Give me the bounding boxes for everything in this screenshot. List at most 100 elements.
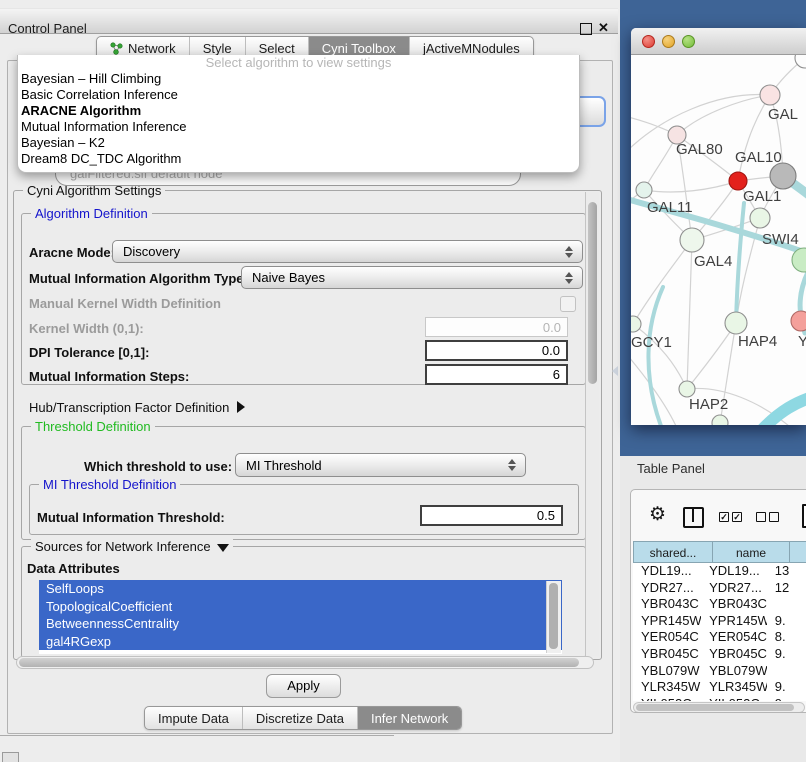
table-row[interactable]: YBL079WYBL079W bbox=[633, 663, 806, 680]
network-edge[interactable] bbox=[633, 240, 692, 324]
dpi-tolerance-field[interactable]: 0.0 bbox=[425, 340, 568, 361]
minimized-window-stub[interactable] bbox=[2, 752, 19, 762]
aracne-mode-label: Aracne Mode: bbox=[29, 245, 115, 260]
tab-label: Discretize Data bbox=[256, 711, 344, 726]
network-node-hap2[interactable] bbox=[679, 381, 695, 397]
network-edge[interactable] bbox=[738, 95, 770, 181]
settings-horizontal-scrollbar[interactable] bbox=[16, 656, 594, 669]
algorithm-dropdown: Select algorithm to view settings Bayesi… bbox=[17, 55, 580, 173]
network-canvas[interactable]: GALGAL80GAL10GAL1GAL11SWI4GAL4GCY1HAP4YH… bbox=[631, 55, 806, 425]
settings-vertical-scrollbar[interactable] bbox=[585, 192, 599, 656]
mi-steps-label: Mutual Information Steps: bbox=[29, 369, 189, 384]
sources-group-title[interactable]: Sources for Network Inference bbox=[31, 539, 233, 554]
table-row[interactable]: YDL19...YDL19...13 bbox=[633, 563, 806, 580]
close-traffic-light[interactable] bbox=[642, 35, 655, 48]
scrollbar-thumb[interactable] bbox=[19, 658, 579, 667]
network-edge-highlighted[interactable] bbox=[736, 203, 744, 323]
attribute-item-gal4rgexp[interactable]: gal4RGexp bbox=[39, 633, 562, 651]
node-table-panel: ⚙ ✓✓ shared...nameA YDL19...YDL19...13YD… bbox=[630, 489, 806, 713]
attributes-list-scrollbar[interactable] bbox=[546, 581, 561, 653]
kernel-width-field[interactable]: 0.0 bbox=[425, 317, 568, 337]
columns-icon[interactable] bbox=[683, 507, 704, 528]
network-edge-highlighted[interactable] bbox=[648, 287, 663, 425]
scrollbar-thumb[interactable] bbox=[636, 704, 794, 711]
mi-threshold-field[interactable]: 0.5 bbox=[420, 505, 563, 526]
gear-icon[interactable]: ⚙ bbox=[649, 505, 666, 524]
scrollbar-thumb[interactable] bbox=[549, 583, 558, 649]
which-threshold-select[interactable]: MI Threshold bbox=[235, 453, 526, 477]
cell: 9. bbox=[767, 613, 806, 630]
network-node-salmon-node[interactable] bbox=[791, 311, 806, 331]
panel-collapse-arrow-icon[interactable] bbox=[612, 366, 618, 376]
node-label-gal1: GAL1 bbox=[743, 188, 781, 205]
document-icon[interactable] bbox=[802, 504, 806, 528]
cell bbox=[767, 663, 806, 680]
network-node-gal1[interactable] bbox=[750, 208, 770, 228]
network-edge[interactable] bbox=[644, 135, 677, 190]
table-row[interactable]: YLR345WYLR345W9. bbox=[633, 679, 806, 696]
mi-type-select[interactable]: Naive Bayes bbox=[241, 266, 583, 289]
column-header-a[interactable]: A bbox=[790, 541, 806, 563]
network-edge[interactable] bbox=[644, 181, 738, 192]
tab-infer-network[interactable]: Infer Network bbox=[358, 707, 461, 729]
column-header-name[interactable]: name bbox=[713, 541, 790, 563]
tab-impute-data[interactable]: Impute Data bbox=[145, 707, 243, 729]
node-label-gal11: GAL11 bbox=[647, 199, 693, 216]
table-row[interactable]: YBR045CYBR045C9. bbox=[633, 646, 806, 663]
attribute-item-selfloops[interactable]: SelfLoops bbox=[39, 580, 562, 598]
algorithm-option-aracne-algorithm[interactable]: ARACNE Algorithm bbox=[18, 103, 579, 119]
network-edge[interactable] bbox=[687, 323, 736, 389]
node-label-gcy1: GCY1 bbox=[631, 334, 672, 351]
network-node-hap4[interactable] bbox=[725, 312, 747, 334]
scrollbar-thumb[interactable] bbox=[588, 202, 597, 384]
algorithm-option-bayesian-k2[interactable]: Bayesian – K2 bbox=[18, 135, 579, 151]
zoom-traffic-light[interactable] bbox=[682, 35, 695, 48]
float-window-icon[interactable] bbox=[580, 23, 592, 35]
mi-steps-field[interactable]: 6 bbox=[425, 364, 568, 385]
aracne-mode-select[interactable]: Discovery bbox=[112, 240, 583, 263]
table-row[interactable]: YPR145WYPR145W9. bbox=[633, 613, 806, 630]
table-toolbar: ⚙ ✓✓ bbox=[631, 490, 806, 540]
network-node-gal11[interactable] bbox=[636, 182, 652, 198]
table-row[interactable]: YDR27...YDR27...12 bbox=[633, 580, 806, 597]
minimize-traffic-light[interactable] bbox=[662, 35, 675, 48]
cell: YDL19... bbox=[633, 563, 701, 580]
network-edge[interactable] bbox=[687, 240, 692, 389]
table-row[interactable]: YIL052CYIL052C9. bbox=[633, 696, 806, 701]
network-node-partial-bottom[interactable] bbox=[712, 415, 728, 425]
aracne-mode-value: Discovery bbox=[113, 244, 561, 259]
network-node-gal-pink[interactable] bbox=[760, 85, 780, 105]
attribute-item-betweennesscentrality[interactable]: BetweennessCentrality bbox=[39, 615, 562, 633]
data-attributes-list[interactable]: SelfLoopsTopologicalCoefficientBetweenne… bbox=[39, 580, 562, 654]
network-edge[interactable] bbox=[677, 95, 770, 135]
algorithm-option-bayesian-hill-climbing[interactable]: Bayesian – Hill Climbing bbox=[18, 71, 579, 87]
attribute-item-topologicalcoefficient[interactable]: TopologicalCoefficient bbox=[39, 598, 562, 616]
cell: YIL052C bbox=[633, 696, 701, 701]
hub-section-toggle[interactable]: Hub/Transcription Factor Definition bbox=[29, 400, 245, 415]
column-header-shared[interactable]: shared... bbox=[633, 541, 713, 563]
cell: 8. bbox=[767, 629, 806, 646]
node-label-hap4: HAP4 bbox=[738, 333, 777, 350]
mi-type-value: Naive Bayes bbox=[242, 270, 561, 285]
algorithm-option-mutual-information-inference[interactable]: Mutual Information Inference bbox=[18, 119, 579, 135]
tab-label: Cyni Toolbox bbox=[322, 41, 396, 56]
table-horizontal-scrollbar[interactable] bbox=[633, 702, 805, 713]
cell: YBR043C bbox=[701, 596, 767, 613]
network-node-gal10[interactable] bbox=[770, 163, 796, 189]
tab-discretize-data[interactable]: Discretize Data bbox=[243, 707, 358, 729]
network-edge[interactable] bbox=[631, 350, 676, 425]
node-label-gal4: GAL4 bbox=[694, 253, 732, 270]
select-all-checkboxes-icon[interactable]: ✓✓ bbox=[719, 512, 742, 522]
close-icon[interactable]: ✕ bbox=[598, 20, 609, 36]
apply-button[interactable]: Apply bbox=[266, 674, 341, 698]
deselect-all-checkboxes-icon[interactable] bbox=[756, 512, 779, 522]
cell: YBL079W bbox=[633, 663, 701, 680]
algorithm-option-dream8-dc-tdc-algorithm[interactable]: Dream8 DC_TDC Algorithm bbox=[18, 151, 579, 167]
algorithm-option-basic-correlation-inference[interactable]: Basic Correlation Inference bbox=[18, 87, 579, 103]
network-window-titlebar[interactable] bbox=[631, 28, 806, 55]
table-row[interactable]: YER054CYER054C8. bbox=[633, 629, 806, 646]
table-row[interactable]: YBR043CYBR043C bbox=[633, 596, 806, 613]
network-node-partial-top[interactable] bbox=[795, 55, 806, 68]
manual-kernel-checkbox[interactable] bbox=[560, 296, 576, 312]
network-node-gal4[interactable] bbox=[680, 228, 704, 252]
